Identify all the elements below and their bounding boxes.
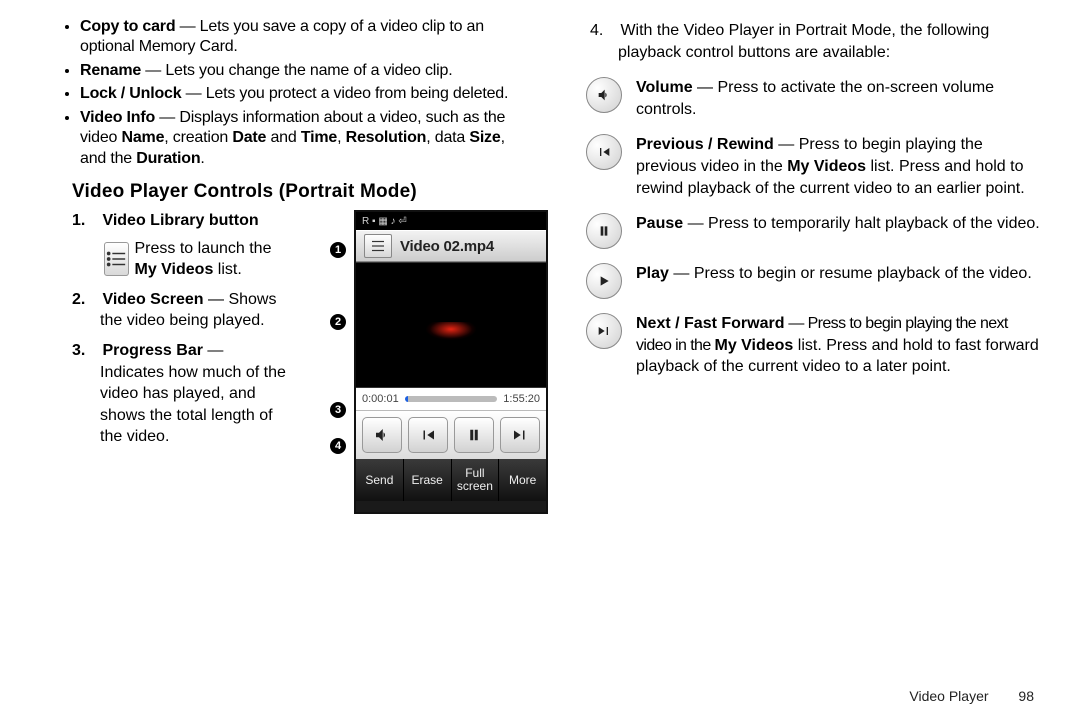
ctrl-next-row: Next / Fast Forward — Press to begin pla… (586, 313, 1040, 378)
bullet-rename: Rename — Lets you change the name of a v… (80, 61, 518, 81)
phone-previous-button[interactable] (408, 417, 448, 453)
progress-bar-row: 0:00:01 1:55:20 (356, 388, 546, 410)
library-button-icon (104, 242, 129, 276)
numbered-item-3: Progress Bar — Indicates how much of the… (100, 340, 290, 448)
footer-section: Video Player (909, 688, 988, 704)
bullet-term: Rename (80, 62, 141, 79)
ctrl-next-text: Next / Fast Forward — Press to begin pla… (636, 313, 1040, 378)
video-screen[interactable] (356, 262, 546, 388)
page-footer: Video Player 98 (909, 688, 1034, 704)
numbered-1-text: Press to launch the My Videos list. (135, 238, 291, 281)
numbered-item-1: Video Library button Press to launch the… (100, 210, 290, 281)
softkey-more[interactable]: More (499, 459, 546, 501)
phone-status-bar: R ▪ ▦ ♪ ⏎ (356, 212, 546, 230)
previous-rewind-icon (586, 134, 622, 170)
ctrl-previous-row: Previous / Rewind — Press to begin playi… (586, 134, 1040, 199)
pause-icon (586, 213, 622, 249)
numbered-title: Video Screen (102, 291, 203, 308)
bullet-term: Lock / Unlock (80, 85, 181, 102)
ctrl-pause-row: Pause — Press to temporarily halt playba… (586, 213, 1040, 249)
phone-pause-button[interactable] (454, 417, 494, 453)
bullet-term: Copy to card (80, 18, 175, 35)
section-heading: Video Player Controls (Portrait Mode) (72, 181, 518, 204)
numbered-4-text: With the Video Player in Portrait Mode, … (618, 22, 989, 61)
left-bullet-list: Copy to card — Lets you save a copy of a… (40, 17, 518, 169)
phone-volume-button[interactable] (362, 417, 402, 453)
video-filename: Video 02.mp4 (400, 238, 494, 255)
phone-title-bar: Video 02.mp4 (356, 230, 546, 262)
bullet-video-info: Video Info — Displays information about … (80, 108, 518, 169)
callout-3: 3 (330, 402, 346, 418)
callout-4: 4 (330, 438, 346, 454)
bullet-text: — Lets you protect a video from being de… (181, 85, 508, 102)
ctrl-volume-row: Volume — Press to activate the on-screen… (586, 77, 1040, 120)
numbered-list: Video Library button Press to launch the… (40, 210, 290, 448)
ctrl-play-text: Play — Press to begin or resume playback… (636, 263, 1040, 285)
softkey-row: Send Erase Full screen More (356, 459, 546, 501)
time-elapsed: 0:00:01 (362, 393, 399, 405)
right-column: With the Video Player in Portrait Mode, … (562, 14, 1040, 456)
softkey-send[interactable]: Send (356, 459, 404, 501)
time-total: 1:55:20 (503, 393, 540, 405)
bullet-copy-to-card: Copy to card — Lets you save a copy of a… (80, 17, 518, 58)
bullet-term: Video Info (80, 109, 155, 126)
numbered-item-2: Video Screen — Shows the video being pla… (100, 289, 290, 332)
phone-frame: R ▪ ▦ ♪ ⏎ Video 02.mp4 0:00:01 1:55:20 (354, 210, 548, 514)
softkey-erase[interactable]: Erase (404, 459, 452, 501)
library-button[interactable] (364, 234, 392, 258)
next-fastforward-icon (586, 313, 622, 349)
play-icon (586, 263, 622, 299)
numbered-list-right: With the Video Player in Portrait Mode, … (562, 20, 1040, 63)
numbered-item-4: With the Video Player in Portrait Mode, … (618, 20, 1040, 63)
numbered-title: Progress Bar (102, 342, 203, 359)
playback-controls-row (356, 410, 546, 459)
bullet-text: — Lets you change the name of a video cl… (141, 62, 452, 79)
numbered-title: Video Library button (102, 212, 258, 229)
volume-icon (586, 77, 622, 113)
softkey-fullscreen[interactable]: Full screen (452, 459, 500, 501)
bullet-lock-unlock: Lock / Unlock — Lets you protect a video… (80, 84, 518, 104)
callout-2: 2 (330, 314, 346, 330)
progress-bar[interactable] (405, 396, 498, 402)
phone-next-button[interactable] (500, 417, 540, 453)
ctrl-volume-text: Volume — Press to activate the on-screen… (636, 77, 1040, 120)
footer-page-number: 98 (1018, 688, 1034, 704)
callout-1: 1 (330, 242, 346, 258)
ctrl-pause-text: Pause — Press to temporarily halt playba… (636, 213, 1040, 235)
ctrl-play-row: Play — Press to begin or resume playback… (586, 263, 1040, 299)
ctrl-previous-text: Previous / Rewind — Press to begin playi… (636, 134, 1040, 199)
